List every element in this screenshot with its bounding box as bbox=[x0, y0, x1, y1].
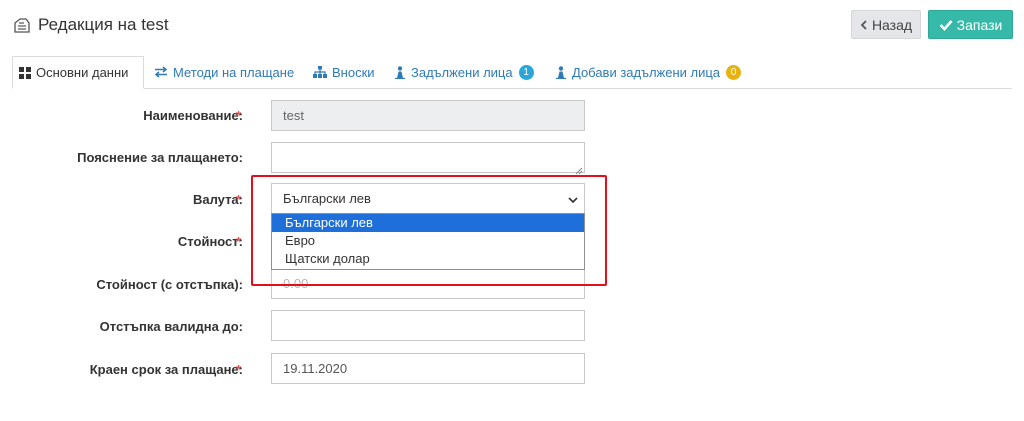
payment-note-textarea[interactable] bbox=[271, 142, 585, 175]
chevron-down-icon bbox=[568, 193, 578, 204]
tab-bar: Основни данни Методи на плащане Вноски З… bbox=[12, 56, 1012, 89]
exchange-arrows-icon bbox=[154, 66, 168, 78]
tab-obligated-persons[interactable]: Задължени лица 1 bbox=[390, 56, 538, 88]
due-date-input[interactable]: 19.11.2020 bbox=[271, 353, 585, 384]
currency-select[interactable]: Български лев bbox=[271, 183, 585, 214]
edit-document-icon bbox=[12, 15, 32, 35]
name-input[interactable]: test bbox=[271, 100, 585, 131]
required-marker: * bbox=[236, 192, 242, 207]
amount-discount-input[interactable]: 0.00 bbox=[271, 268, 585, 299]
discount-valid-until-label: Отстъпка валидна до: bbox=[99, 319, 243, 334]
check-icon bbox=[939, 19, 953, 31]
save-button-label: Запази bbox=[956, 16, 1003, 33]
chevron-left-icon bbox=[860, 19, 868, 30]
required-marker: * bbox=[236, 234, 242, 249]
currency-selected-value: Български лев bbox=[283, 191, 371, 206]
user-tree-icon bbox=[394, 65, 406, 79]
name-label: Наименование: bbox=[143, 108, 243, 123]
tab-installments[interactable]: Вноски bbox=[309, 56, 379, 88]
sitemap-icon bbox=[313, 66, 327, 78]
count-badge: 1 bbox=[518, 64, 534, 80]
currency-dropdown-list: Български лев Евро Щатски долар bbox=[271, 213, 585, 270]
currency-option[interactable]: Щатски долар bbox=[272, 250, 584, 268]
tab-label: Добави задължени лица bbox=[572, 64, 721, 80]
back-button-label: Назад bbox=[871, 16, 913, 33]
required-marker: * bbox=[236, 362, 242, 377]
tab-add-obligated-persons[interactable]: Добави задължени лица 0 bbox=[551, 56, 745, 88]
back-button[interactable]: Назад bbox=[851, 10, 921, 39]
required-marker: * bbox=[236, 108, 242, 123]
tab-label: Методи на плащане bbox=[173, 64, 295, 80]
user-tree-icon bbox=[555, 65, 567, 79]
discount-valid-until-input[interactable] bbox=[271, 310, 585, 341]
tab-label: Основни данни bbox=[36, 65, 129, 80]
save-button[interactable]: Запази bbox=[928, 10, 1013, 39]
page-header: Редакция на test bbox=[12, 10, 169, 40]
due-date-label: Краен срок за плащане: bbox=[89, 362, 243, 377]
currency-option[interactable]: Евро bbox=[272, 232, 584, 250]
tab-label: Задължени лица bbox=[411, 64, 513, 80]
tab-payment-methods[interactable]: Методи на плащане bbox=[150, 56, 298, 88]
payment-note-label: Пояснение за плащането: bbox=[77, 150, 243, 165]
count-badge: 0 bbox=[726, 64, 742, 80]
tab-main-data[interactable]: Основни данни bbox=[12, 56, 144, 89]
resize-handle-icon[interactable] bbox=[575, 163, 583, 175]
amount-discount-label: Стойност (с отстъпка): bbox=[96, 277, 243, 292]
page-title: Редакция на test bbox=[38, 15, 169, 34]
tab-label: Вноски bbox=[332, 64, 375, 80]
currency-option[interactable]: Български лев bbox=[272, 214, 584, 232]
amount-label: Стойност: bbox=[177, 234, 243, 249]
grid-icon bbox=[19, 66, 31, 79]
